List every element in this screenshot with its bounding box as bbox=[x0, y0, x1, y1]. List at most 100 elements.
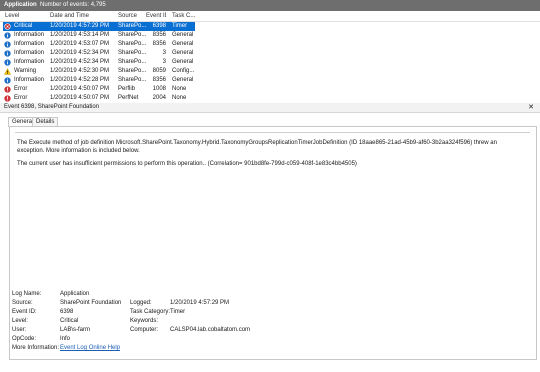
table-row[interactable]: Information 1/20/2019 4:52:34 PM SharePo… bbox=[0, 58, 540, 67]
row-date: 1/20/2019 4:52:28 PM bbox=[50, 77, 110, 83]
event-detail-title: Event 6398, SharePoint Foundation bbox=[4, 104, 100, 110]
row-task: None bbox=[172, 95, 187, 101]
row-level: Information bbox=[14, 41, 45, 47]
event-message-box[interactable]: The Execute method of job definition Mic… bbox=[15, 132, 530, 285]
close-icon[interactable]: ✕ bbox=[528, 103, 534, 112]
row-date: 1/20/2019 4:52:34 PM bbox=[50, 50, 110, 56]
event-message-detail: The current user has insufficient permis… bbox=[17, 161, 357, 167]
table-row[interactable]: Information 1/20/2019 4:52:28 PM SharePo… bbox=[0, 76, 540, 85]
row-event-id: 6398 bbox=[152, 23, 166, 29]
table-row[interactable]: Information 1/20/2019 4:52:34 PM SharePo… bbox=[0, 49, 540, 58]
row-source: SharePo... bbox=[118, 50, 146, 56]
row-event-id: 3 bbox=[162, 50, 166, 56]
row-date: 1/20/2019 4:53:07 PM bbox=[50, 41, 110, 47]
event-id-label: Event ID: bbox=[12, 309, 37, 315]
row-event-id: 2004 bbox=[152, 95, 166, 101]
row-event-id: 8059 bbox=[152, 68, 166, 74]
row-source: Perflib bbox=[118, 86, 136, 92]
general-pane: The Execute method of job definition Mic… bbox=[9, 126, 537, 360]
row-task: General bbox=[172, 50, 194, 56]
opcode-value: Info bbox=[60, 336, 71, 342]
table-row[interactable]: Information 1/20/2019 4:53:14 PM SharePo… bbox=[0, 31, 540, 40]
logged-value: 1/20/2019 4:57:29 PM bbox=[170, 300, 230, 306]
level-label: Level: bbox=[12, 318, 29, 324]
row-date: 1/20/2019 4:52:34 PM bbox=[50, 59, 110, 65]
row-level: Error bbox=[14, 95, 28, 101]
row-source: SharePo... bbox=[118, 23, 146, 29]
row-source: SharePo... bbox=[118, 68, 146, 74]
row-task: Timer bbox=[172, 23, 188, 29]
source-value: SharePoint Foundation bbox=[60, 300, 122, 306]
log-name-label: Log Name: bbox=[12, 291, 42, 297]
row-level: Information bbox=[14, 50, 45, 56]
computer-value: CALSP04.lab.cobaltatom.com bbox=[170, 327, 251, 333]
error-icon bbox=[4, 86, 11, 93]
row-date: 1/20/2019 4:53:14 PM bbox=[50, 32, 110, 38]
warning-icon bbox=[4, 68, 11, 75]
row-level: Information bbox=[14, 77, 45, 83]
row-date: 1/20/2019 4:50:07 PM bbox=[50, 95, 110, 101]
table-row[interactable]: Error 1/20/2019 4:50:07 PM Perflib 1008 … bbox=[0, 85, 540, 94]
row-event-id: 8356 bbox=[152, 32, 166, 38]
row-source: SharePo... bbox=[118, 41, 146, 47]
event-log-online-help-link[interactable]: Event Log Online Help bbox=[60, 344, 120, 352]
row-source: SharePo... bbox=[118, 77, 146, 83]
table-row[interactable]: Error 1/20/2019 4:50:07 PM PerfNet 2004 … bbox=[0, 94, 540, 103]
error-icon bbox=[4, 95, 11, 102]
task-category-value: Timer bbox=[170, 309, 186, 315]
row-task: General bbox=[172, 59, 194, 65]
event-message: The Execute method of job definition Mic… bbox=[17, 140, 497, 154]
event-id-value: 6398 bbox=[60, 309, 74, 315]
events-table[interactable]: Level Date and Time Source Event ID Task… bbox=[0, 11, 540, 104]
info-icon bbox=[4, 59, 11, 66]
log-name-value: Application bbox=[60, 291, 90, 297]
table-row[interactable]: Critical 1/20/2019 4:57:29 PM SharePo...… bbox=[0, 22, 540, 31]
row-level: Error bbox=[14, 86, 28, 92]
info-icon bbox=[4, 32, 11, 39]
table-row[interactable]: Warning 1/20/2019 4:52:30 PM SharePo... … bbox=[0, 67, 540, 76]
critical-icon bbox=[4, 23, 11, 30]
user-label: User: bbox=[12, 327, 27, 333]
row-task: General bbox=[172, 32, 194, 38]
info-icon bbox=[4, 77, 11, 84]
row-task: Config... bbox=[172, 68, 195, 74]
row-level: Critical bbox=[14, 23, 33, 29]
logged-label: Logged: bbox=[130, 300, 152, 306]
table-row[interactable]: Information 1/20/2019 4:53:07 PM SharePo… bbox=[0, 40, 540, 49]
event-detail-header: Event 6398, SharePoint Foundation ✕ bbox=[0, 103, 540, 113]
row-date: 1/20/2019 4:50:07 PM bbox=[50, 86, 110, 92]
row-level: Warning bbox=[14, 68, 37, 74]
event-count: Number of events: 4,795 bbox=[40, 2, 106, 8]
row-event-id: 1008 bbox=[152, 86, 166, 92]
level-value: Critical bbox=[60, 318, 79, 324]
more-information-label: More Information: bbox=[12, 345, 60, 351]
info-icon bbox=[4, 41, 11, 48]
row-source: PerfNet bbox=[118, 95, 139, 101]
info-icon bbox=[4, 50, 11, 57]
row-task: None bbox=[172, 86, 187, 92]
row-task: General bbox=[172, 77, 194, 83]
row-event-id: 8356 bbox=[152, 77, 166, 83]
row-event-id: 8356 bbox=[152, 41, 166, 47]
user-value: LAB\s-farm bbox=[60, 327, 91, 333]
opcode-label: OpCode: bbox=[12, 336, 37, 342]
col-task[interactable]: Task C... bbox=[172, 11, 198, 21]
row-source: SharePo... bbox=[118, 59, 146, 65]
row-source: SharePo... bbox=[118, 32, 146, 38]
row-date: 1/20/2019 4:57:29 PM bbox=[50, 23, 110, 29]
col-date[interactable]: Date and Time bbox=[50, 11, 116, 21]
table-header: Level Date and Time Source Event ID Task… bbox=[0, 11, 540, 22]
col-source[interactable]: Source bbox=[118, 11, 146, 21]
keywords-label: Keywords: bbox=[130, 318, 159, 324]
row-event-id: 3 bbox=[162, 59, 166, 65]
col-level[interactable]: Level bbox=[5, 11, 39, 21]
col-event-id[interactable]: Event ID bbox=[146, 11, 166, 21]
log-name-title: Application bbox=[4, 2, 37, 8]
row-task: General bbox=[172, 41, 194, 47]
task-category-label: Task Category: bbox=[130, 309, 171, 315]
computer-label: Computer: bbox=[130, 327, 159, 333]
row-date: 1/20/2019 4:52:30 PM bbox=[50, 68, 110, 74]
row-level: Information bbox=[14, 32, 45, 38]
row-level: Information bbox=[14, 59, 45, 65]
source-label: Source: bbox=[12, 300, 33, 306]
